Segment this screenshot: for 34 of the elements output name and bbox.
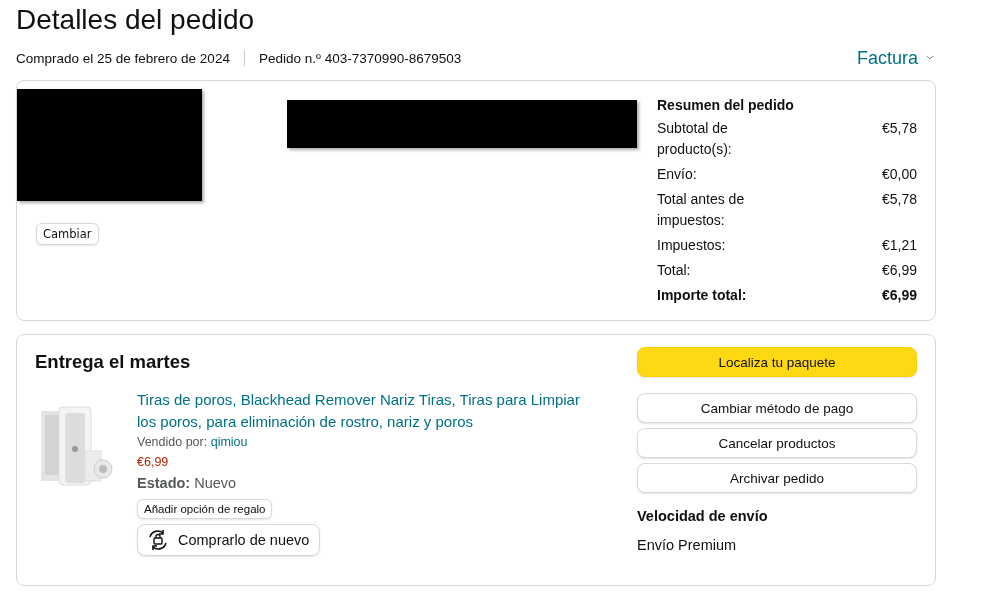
chevron-down-icon (926, 55, 934, 61)
summary-label: Envío: (657, 165, 698, 184)
buy-again-button[interactable]: Comprarlo de nuevo (137, 524, 321, 556)
bag-cycle-icon (146, 529, 170, 551)
summary-label: Subtotal de producto(s): (657, 119, 733, 159)
purchase-date: Comprado el 25 de febrero de 2024 (16, 50, 230, 66)
product-title-link[interactable]: Tiras de poros, Blackhead Remover Nariz Tiras, Tiras para Limpiar los poros, para eliminación de rostro, nariz y poros (137, 389, 587, 433)
summary-heading: Resumen del pedido (657, 97, 795, 113)
action-button[interactable]: Cancelar productos (637, 428, 917, 458)
summary-value: €1,21 (881, 236, 917, 255)
action-button[interactable]: Archivar pedido (637, 463, 917, 493)
summary-label: Total antes de impuestos: (657, 190, 746, 230)
invoice-dropdown[interactable]: Factura (856, 47, 936, 69)
page-title: Detalles del pedido (16, 3, 256, 37)
summary-value: €5,78 (881, 190, 917, 209)
summary-label: Total: (657, 261, 692, 280)
condition-text: Estado: Nuevo (137, 475, 237, 491)
change-address-button[interactable]: Cambiar (36, 223, 99, 245)
summary-label: Impuestos: (657, 236, 727, 255)
action-button[interactable]: Cambiar método de pago (637, 393, 917, 423)
track-package-button[interactable]: Localiza tu paquete (637, 347, 917, 377)
summary-value: €0,00 (881, 165, 917, 184)
seller-link[interactable]: qimiou (210, 435, 248, 449)
gift-option-button[interactable]: Añadir opción de regalo (137, 499, 273, 519)
shipping-speed-heading: Velocidad de envío (637, 508, 769, 524)
shipping-speed: Envío Premium (637, 537, 738, 553)
summary-label: Importe total: (657, 286, 748, 305)
delivery-heading: Entrega el martes (35, 351, 192, 373)
summary-value: €5,78 (881, 119, 917, 138)
summary-value: €6,99 (881, 261, 917, 280)
summary-value: €6,99 (881, 286, 917, 305)
seller-line: Vendido por: qimiou (137, 435, 248, 449)
product-price: €6,99 (137, 455, 169, 469)
order-number: Pedido n.º 403-7370990-8679503 (258, 50, 462, 66)
